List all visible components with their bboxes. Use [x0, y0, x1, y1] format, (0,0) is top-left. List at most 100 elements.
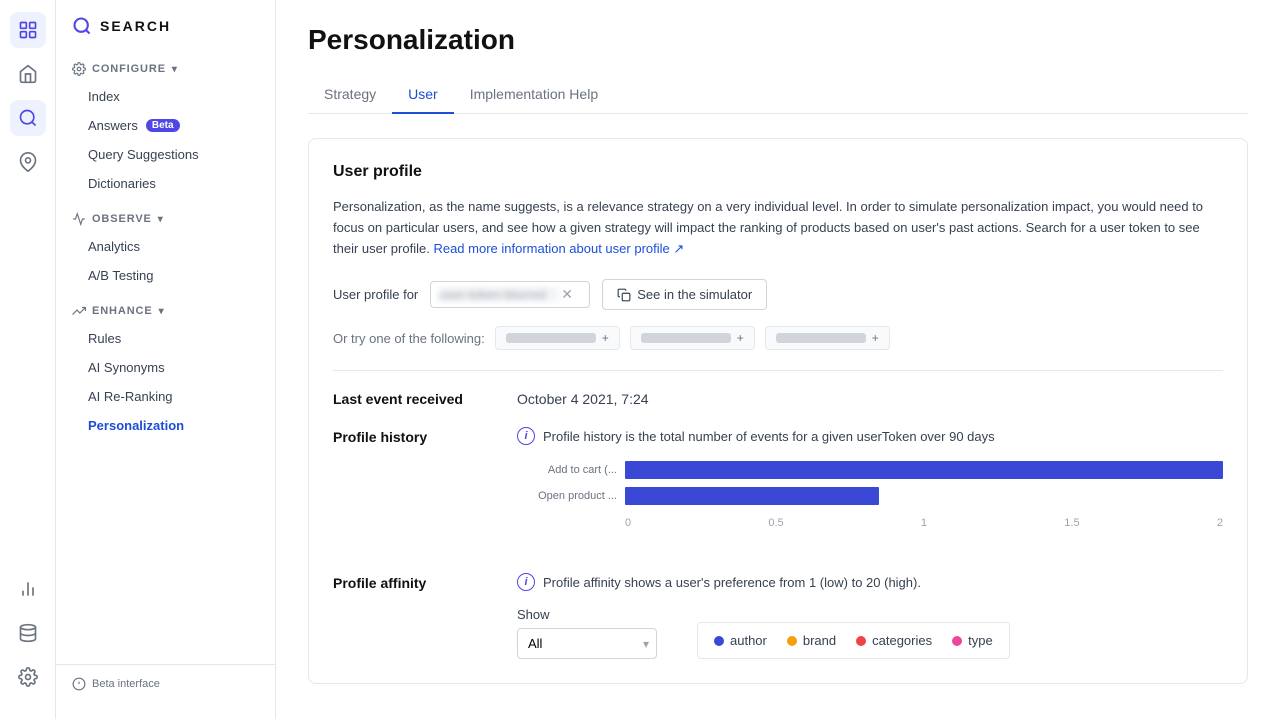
profile-history-row: Profile history i Profile history is the…	[333, 427, 1223, 549]
configure-chevron: ▾	[172, 64, 178, 75]
observe-header[interactable]: OBSERVE ▾	[56, 206, 275, 232]
observe-label: OBSERVE	[92, 213, 152, 225]
icon-bar	[0, 0, 56, 719]
tab-user[interactable]: User	[392, 76, 454, 114]
axis-15: 1.5	[1064, 517, 1079, 529]
icon-home[interactable]	[10, 56, 46, 92]
legend-label-brand: brand	[803, 633, 836, 648]
legend-item-categories: categories	[856, 633, 932, 648]
suggestion-chip-2[interactable]: +	[630, 326, 755, 350]
show-select-wrap: All author brand categories type ▾	[517, 628, 657, 659]
icon-clock[interactable]	[10, 12, 46, 48]
enhance-header[interactable]: ENHANCE ▾	[56, 298, 275, 324]
sidebar-item-personalization[interactable]: Personalization	[56, 411, 275, 440]
sidebar-item-analytics[interactable]: Analytics	[56, 232, 275, 261]
plus-icon-1: +	[602, 331, 609, 345]
legend-dot-type	[952, 636, 962, 646]
sidebar: SEARCH CONFIGURE ▾ Index Answers Beta Qu…	[56, 0, 276, 719]
bar-chart: Add to cart (... Open product ... 0 0.	[517, 461, 1223, 549]
profile-history-desc: i Profile history is the total number of…	[517, 427, 1223, 445]
or-try-label: Or try one of the following:	[333, 331, 485, 346]
beta-interface-label[interactable]: Beta interface	[72, 677, 259, 691]
profile-history-content: i Profile history is the total number of…	[517, 427, 1223, 549]
sidebar-bottom: Beta interface	[56, 664, 275, 703]
main-content: Personalization Strategy User Implementa…	[276, 0, 1280, 719]
icon-database[interactable]	[10, 615, 46, 651]
user-profile-input-row: User profile for ✕ See in the simulator	[333, 279, 1223, 310]
sidebar-item-answers[interactable]: Answers Beta	[56, 111, 275, 140]
configure-label: CONFIGURE	[92, 63, 166, 75]
answers-badge: Beta	[146, 119, 180, 132]
legend-dot-categories	[856, 636, 866, 646]
icon-chart[interactable]	[10, 571, 46, 607]
clear-input-button[interactable]: ✕	[559, 286, 575, 303]
enhance-label: ENHANCE	[92, 305, 153, 317]
legend-dot-author	[714, 636, 724, 646]
axis-05: 0.5	[768, 517, 783, 529]
user-profile-card: User profile Personalization, as the nam…	[308, 138, 1248, 684]
tab-strategy[interactable]: Strategy	[308, 76, 392, 114]
axis-2: 2	[1217, 517, 1223, 529]
info-icon-history: i	[517, 427, 535, 445]
bar-row-1: Add to cart (...	[517, 461, 1223, 479]
suggestion-chip-3[interactable]: +	[765, 326, 890, 350]
observe-section: OBSERVE ▾ Analytics A/B Testing	[56, 206, 275, 290]
suggestion-chip-1[interactable]: +	[495, 326, 620, 350]
affinity-desc: i Profile affinity shows a user's prefer…	[517, 573, 1223, 591]
icon-search-circle[interactable]	[10, 100, 46, 136]
sidebar-item-query-suggestions[interactable]: Query Suggestions	[56, 140, 275, 169]
legend-label-author: author	[730, 633, 767, 648]
legend-label-type: type	[968, 633, 993, 648]
affinity-legend: author brand categories type	[697, 622, 1010, 659]
icon-settings[interactable]	[10, 659, 46, 695]
profile-affinity-content: i Profile affinity shows a user's prefer…	[517, 573, 1223, 659]
configure-header[interactable]: CONFIGURE ▾	[56, 56, 275, 82]
show-label: Show	[517, 607, 657, 622]
axis-0: 0	[625, 517, 631, 529]
plus-icon-3: +	[872, 331, 879, 345]
tab-implementation-help[interactable]: Implementation Help	[454, 76, 614, 114]
bar-fill-2	[625, 487, 879, 505]
configure-section: CONFIGURE ▾ Index Answers Beta Query Sug…	[56, 56, 275, 198]
sidebar-item-index[interactable]: Index	[56, 82, 275, 111]
observe-chevron: ▾	[158, 214, 164, 225]
icon-pin[interactable]	[10, 144, 46, 180]
read-more-link[interactable]: Read more information about user profile…	[433, 241, 684, 256]
bar-row-2: Open product ...	[517, 487, 1223, 505]
show-section: Show All author brand categories type ▾	[517, 607, 657, 659]
last-event-row: Last event received October 4 2021, 7:24	[333, 391, 1223, 407]
axis-1: 1	[921, 517, 927, 529]
profile-history-label: Profile history	[333, 427, 493, 445]
tabs: Strategy User Implementation Help	[308, 76, 1248, 114]
or-try-row: Or try one of the following: + + +	[333, 326, 1223, 350]
sidebar-item-ab-testing[interactable]: A/B Testing	[56, 261, 275, 290]
sidebar-item-ai-reranking[interactable]: AI Re-Ranking	[56, 382, 275, 411]
bar-label-1: Add to cart (...	[517, 464, 617, 476]
legend-dot-brand	[787, 636, 797, 646]
sidebar-item-rules[interactable]: Rules	[56, 324, 275, 353]
brand-name: SEARCH	[100, 18, 171, 34]
show-row: Show All author brand categories type ▾	[517, 607, 1223, 659]
bar-fill-1	[625, 461, 1223, 479]
simulator-button[interactable]: See in the simulator	[602, 279, 767, 310]
legend-item-type: type	[952, 633, 993, 648]
show-select[interactable]: All author brand categories type	[517, 628, 657, 659]
page-title: Personalization	[308, 24, 1248, 56]
sidebar-item-dictionaries[interactable]: Dictionaries	[56, 169, 275, 198]
bar-track-2	[625, 487, 1223, 505]
plus-icon-2: +	[737, 331, 744, 345]
chart-axis: 0 0.5 1 1.5 2	[625, 513, 1223, 529]
last-event-label: Last event received	[333, 391, 493, 407]
user-token-input[interactable]	[439, 287, 559, 302]
brand: SEARCH	[56, 16, 275, 56]
legend-label-categories: categories	[872, 633, 932, 648]
legend-item-brand: brand	[787, 633, 836, 648]
last-event-value: October 4 2021, 7:24	[517, 391, 649, 407]
legend-item-author: author	[714, 633, 767, 648]
profile-affinity-label: Profile affinity	[333, 573, 493, 591]
bar-track-1	[625, 461, 1223, 479]
sidebar-item-ai-synonyms[interactable]: AI Synonyms	[56, 353, 275, 382]
description-text: Personalization, as the name suggests, i…	[333, 197, 1223, 259]
bar-label-2: Open product ...	[517, 490, 617, 502]
enhance-chevron: ▾	[159, 306, 165, 317]
